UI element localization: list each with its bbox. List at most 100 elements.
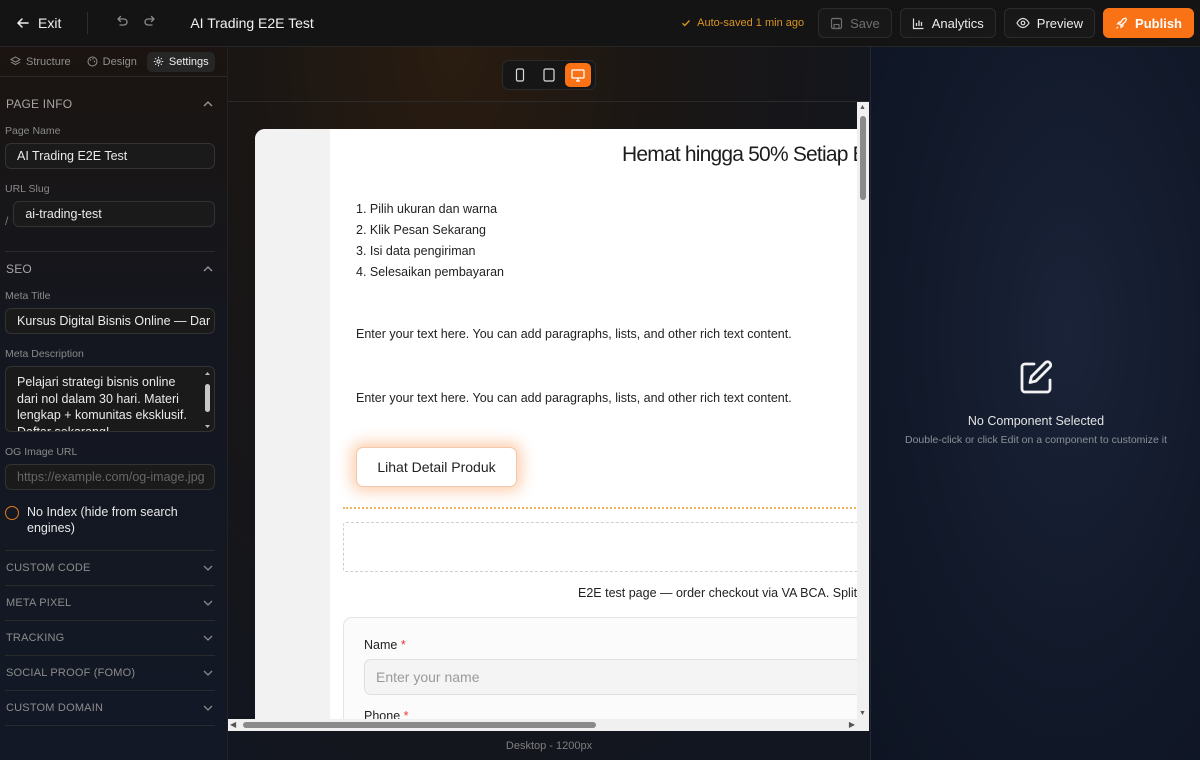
empty-state-title: No Component Selected — [967, 414, 1105, 428]
tablet-icon — [543, 68, 555, 82]
exit-button[interactable]: Exit — [16, 15, 61, 31]
name-label-text: Name — [364, 638, 398, 652]
page-name-input[interactable]: AI Trading E2E Test — [5, 143, 215, 169]
arrow-left-icon — [16, 18, 29, 28]
page-name-label: Page Name — [5, 125, 61, 137]
bar-chart-icon — [912, 18, 924, 29]
section-tracking-title: TRACKING — [6, 632, 65, 644]
gear-icon — [153, 56, 164, 67]
scrollbar-thumb[interactable] — [243, 722, 596, 728]
horizontal-scrollbar[interactable]: ◀ ▶ — [228, 719, 869, 731]
noindex-label: No Index (hide from search engines) — [27, 505, 178, 535]
analytics-button[interactable]: Analytics — [899, 8, 996, 38]
chevron-down-icon — [203, 705, 213, 711]
page-title: AI Trading E2E Test — [190, 15, 314, 31]
tab-design-label: Design — [102, 55, 137, 68]
scroll-left-arrow[interactable]: ◀ — [230, 720, 236, 729]
og-image-label: OG Image URL — [5, 446, 78, 458]
text-block[interactable]: Enter your text here. You can add paragr… — [356, 327, 792, 341]
section-seo-header[interactable]: SEO — [0, 252, 227, 286]
tab-settings[interactable]: Settings — [146, 51, 215, 72]
empty-state-subtitle: Double-click or click Edit on a componen… — [904, 434, 1168, 446]
preview-label: Preview — [1036, 15, 1084, 31]
autosave-status: Auto-saved 1 min ago — [681, 17, 804, 29]
required-mark: * — [400, 638, 406, 652]
scroll-down-arrow[interactable]: ▼ — [859, 710, 866, 717]
save-icon — [831, 17, 843, 29]
chevron-up-icon — [203, 101, 213, 107]
list-item: 2. Klik Pesan Sekarang — [356, 223, 486, 237]
page-heading[interactable]: Hemat hingga 50% Setiap B — [622, 143, 858, 167]
section-social-proof-title: SOCIAL PROOF (FOMO) — [6, 667, 136, 679]
save-label: Save — [850, 15, 880, 31]
section-custom-code-title: CUSTOM CODE — [6, 562, 91, 574]
section-tracking[interactable]: TRACKING — [0, 621, 227, 655]
section-page-info-header[interactable]: PAGE INFO — [0, 87, 227, 121]
device-tablet-button[interactable] — [536, 63, 562, 87]
save-button[interactable]: Save — [818, 8, 892, 38]
caption-text[interactable]: E2E test page — order checkout via VA BC… — [578, 586, 857, 600]
url-slug-row: / ai-trading-test — [5, 201, 215, 241]
textarea-scrollbar[interactable] — [204, 371, 211, 429]
exit-label: Exit — [38, 15, 62, 31]
redo-icon[interactable] — [136, 14, 166, 32]
rocket-icon — [1116, 17, 1127, 29]
noindex-checkbox[interactable] — [5, 506, 19, 520]
required-mark: * — [403, 709, 409, 719]
og-image-input[interactable]: https://example.com/og-image.jpg — [5, 464, 215, 490]
toolbar-actions: Auto-saved 1 min ago Save Analytics Prev… — [681, 8, 1194, 38]
chevron-up-icon — [203, 266, 213, 272]
name-input[interactable]: Enter your name — [364, 659, 858, 695]
section-seo: Meta Title Kursus Digital Bisnis Online … — [0, 290, 227, 546]
list-item: 3. Isi data pengiriman — [356, 244, 476, 258]
section-custom-domain[interactable]: CUSTOM DOMAIN — [0, 691, 227, 725]
device-desktop-button[interactable] — [565, 63, 592, 87]
empty-state: No Component Selected Double-click or cl… — [871, 359, 1200, 446]
check-icon — [682, 20, 691, 27]
publish-label: Publish — [1135, 15, 1182, 31]
tab-structure-label: Structure — [26, 55, 71, 68]
url-slug-label: URL Slug — [5, 183, 50, 195]
chevron-down-icon — [203, 600, 213, 606]
meta-description-textarea[interactable]: Pelajari strategi bisnis online dari nol… — [5, 366, 215, 432]
phone-field-label: Phone * — [364, 709, 409, 719]
steps-list[interactable]: 1. Pilih ukuran dan warna 2. Klik Pesan … — [356, 199, 504, 283]
section-divider — [5, 725, 215, 726]
product-detail-button[interactable]: Lihat Detail Produk — [356, 447, 517, 487]
scroll-up-arrow[interactable]: ▲ — [859, 104, 866, 111]
tab-structure[interactable]: Structure — [4, 52, 77, 72]
scroll-right-arrow[interactable]: ▶ — [849, 720, 855, 729]
tab-settings-label: Settings — [168, 55, 209, 68]
section-social-proof[interactable]: SOCIAL PROOF (FOMO) — [0, 656, 227, 690]
chevron-down-icon — [203, 565, 213, 571]
section-separator — [343, 507, 858, 509]
toolbar-divider — [87, 12, 89, 34]
meta-title-input[interactable]: Kursus Digital Bisnis Online — Dar — [5, 308, 215, 334]
device-switcher — [502, 60, 596, 90]
tab-design[interactable]: Design — [81, 52, 143, 72]
section-page-info: Page Name AI Trading E2E Test URL Slug /… — [0, 125, 227, 251]
publish-button[interactable]: Publish — [1103, 8, 1194, 38]
page-preview: Hemat hingga 50% Setiap B 1. Pilih ukura… — [255, 129, 858, 719]
phone-label-text: Phone — [364, 709, 401, 719]
analytics-label: Analytics — [931, 15, 984, 31]
preview-button[interactable]: Preview — [1003, 8, 1096, 38]
url-slug-input[interactable]: ai-trading-test — [13, 201, 215, 227]
empty-drop-zone[interactable] — [343, 522, 858, 572]
palette-icon — [87, 56, 98, 67]
top-toolbar: Exit AI Trading E2E Test Auto-saved 1 mi… — [0, 0, 1200, 47]
url-slug-prefix: / — [5, 214, 9, 228]
settings-sidebar: Structure Design Settings PAGE INFO Page… — [0, 47, 228, 760]
undo-icon[interactable] — [106, 14, 136, 32]
text-block[interactable]: Enter your text here. You can add paragr… — [356, 391, 792, 405]
section-meta-pixel[interactable]: META PIXEL — [0, 586, 227, 620]
scrollbar-thumb[interactable] — [860, 116, 866, 200]
sidebar-tabs: Structure Design Settings — [0, 47, 227, 77]
editor-canvas: Hemat hingga 50% Setiap B 1. Pilih ukura… — [228, 47, 870, 760]
device-mobile-button[interactable] — [507, 63, 533, 87]
section-seo-title: SEO — [6, 262, 32, 276]
section-custom-code[interactable]: CUSTOM CODE — [0, 551, 227, 585]
vertical-scrollbar[interactable]: ▲ ▼ — [857, 102, 869, 719]
layers-icon — [10, 56, 21, 66]
name-field-label: Name * — [364, 638, 406, 652]
